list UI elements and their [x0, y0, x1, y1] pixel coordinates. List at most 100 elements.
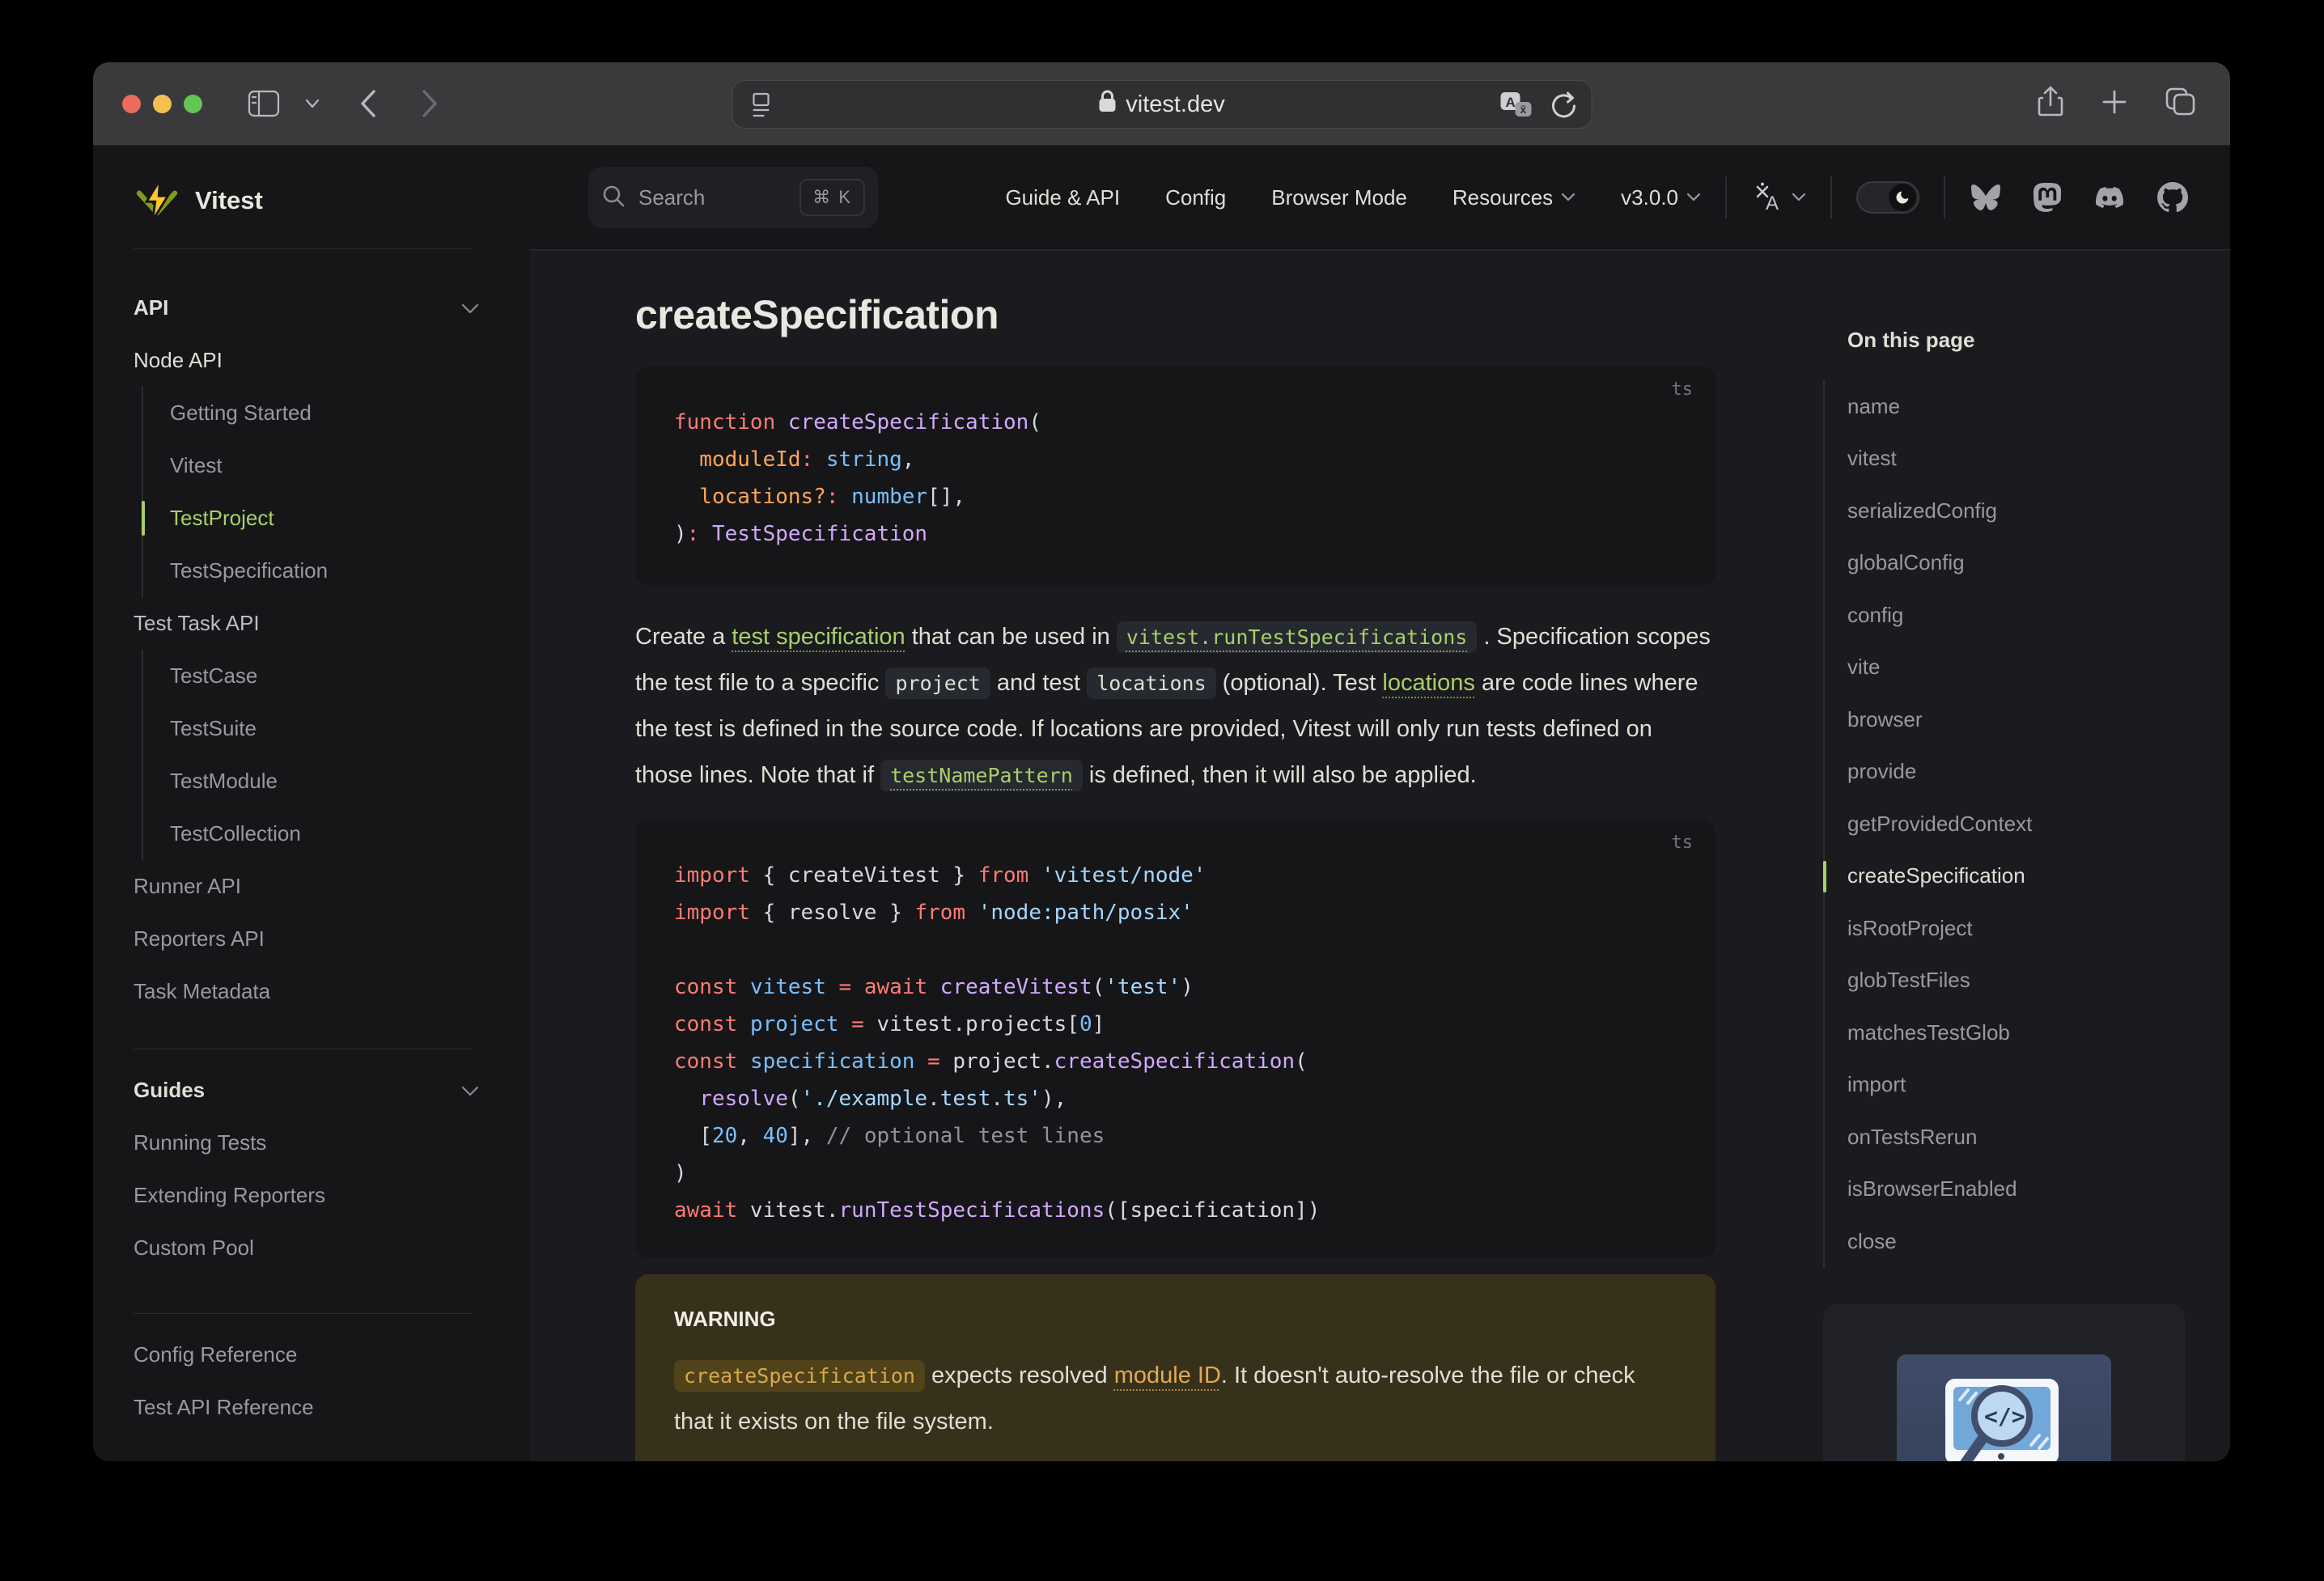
address-bar[interactable]: vitest.dev Ax̄ — [732, 80, 1592, 129]
outline-item-isbrowserenabled[interactable]: isBrowserEnabled — [1847, 1163, 2185, 1216]
sidebar-item-getting-started[interactable]: Getting Started — [170, 387, 530, 439]
tabs-overview-icon[interactable] — [2165, 87, 2196, 121]
inline-link-locations[interactable]: locations — [1382, 670, 1474, 696]
promo-card[interactable]: </> — [1823, 1303, 2185, 1461]
outline-item-serializedconfig[interactable]: serializedConfig — [1847, 485, 2185, 537]
search-button[interactable]: Search ⌘ K — [588, 167, 878, 228]
sidebar-item-testcase[interactable]: TestCase — [170, 650, 530, 702]
code-search-monitor-icon: </> — [1944, 1378, 2059, 1461]
sidebar-item-custom-pool[interactable]: Custom Pool — [134, 1222, 530, 1274]
code-line: import { createVitest } from 'vitest/nod… — [674, 863, 1207, 888]
sidebar-item-task-metadata[interactable]: Task Metadata — [134, 965, 530, 1018]
browser-window: vitest.dev Ax̄ Vitest API Node API Getti… — [93, 62, 2230, 1461]
sidebar-item-testproject[interactable]: TestProject — [142, 492, 530, 545]
sidebar-item-testspecification[interactable]: TestSpecification — [170, 545, 530, 597]
warning-callout: WARNING createSpecification expects reso… — [635, 1274, 1715, 1461]
text-segment: is defined, then it will also be applied… — [1082, 762, 1477, 788]
code-lang-badge: ts — [1671, 833, 1694, 853]
code-line: await vitest.runTestSpecifications([spec… — [674, 1198, 1321, 1223]
language-menu[interactable]: A — [1751, 182, 1806, 213]
outline-item-ontestsrerun[interactable]: onTestsRerun — [1847, 1111, 2185, 1163]
nav-item-resources[interactable]: Resources — [1452, 185, 1575, 210]
close-window-button[interactable] — [122, 94, 141, 113]
divider — [1830, 176, 1832, 218]
back-button[interactable] — [359, 89, 377, 118]
divider — [134, 248, 473, 249]
code-line: import { resolve } from 'node:path/posix… — [674, 901, 1194, 925]
outline-item-vitest[interactable]: vitest — [1847, 433, 2185, 485]
share-icon[interactable] — [2038, 86, 2063, 122]
reader-icon[interactable] — [747, 91, 774, 124]
sidebar-item-node-api[interactable]: Node API — [134, 334, 530, 387]
reload-icon[interactable] — [1549, 90, 1578, 125]
outline-item-isrootproject[interactable]: isRootProject — [1847, 902, 2185, 955]
chevron-down-icon — [1562, 193, 1575, 201]
inline-link-vitest-runtestspecifications[interactable]: vitest.runTestSpecifications — [1116, 621, 1478, 653]
description-paragraph: Create a test specification that can be … — [635, 614, 1715, 799]
theme-toggle[interactable] — [1856, 181, 1919, 214]
svg-text:x̄: x̄ — [1520, 103, 1526, 116]
outline-item-close[interactable]: close — [1847, 1215, 2185, 1268]
inline-link-module-id[interactable]: module ID — [1114, 1363, 1221, 1388]
sidebar-item-config-reference[interactable]: Config Reference — [134, 1329, 530, 1381]
svg-text:A: A — [1505, 95, 1515, 110]
outline-item-globtestfiles[interactable]: globTestFiles — [1847, 955, 2185, 1007]
outline-item-globalconfig[interactable]: globalConfig — [1847, 537, 2185, 590]
vitest-logo[interactable]: Vitest — [134, 170, 530, 231]
code-line: const vitest = await createVitest('test'… — [674, 975, 1194, 999]
sidebar-section-guides[interactable]: Guides — [134, 1064, 530, 1117]
outline-item-provide[interactable]: provide — [1847, 746, 2185, 799]
outline-item-vite[interactable]: vite — [1847, 642, 2185, 694]
discord-icon[interactable] — [2093, 184, 2127, 211]
nav-item-guide-api[interactable]: Guide & API — [1005, 185, 1120, 210]
inline-link-testnamepattern[interactable]: testNamePattern — [880, 760, 1083, 791]
code-line: const specification = project.createSpec… — [674, 1049, 1308, 1074]
divider — [1944, 176, 1945, 218]
sidebar-item-reporters-api[interactable]: Reporters API — [134, 913, 530, 965]
code-block-signature: ts function createSpecification( moduleI… — [635, 367, 1715, 585]
outline-item-name[interactable]: name — [1847, 380, 2185, 433]
text-segment: Create a — [635, 624, 732, 650]
github-icon[interactable] — [2157, 182, 2188, 213]
zoom-window-button[interactable] — [184, 94, 202, 113]
text-segment: and test — [990, 670, 1088, 696]
sidebar-item-test-task-api[interactable]: Test Task API — [134, 597, 530, 650]
inline-link-test-specification[interactable]: test specification — [732, 624, 905, 650]
sidebar-item-running-tests[interactable]: Running Tests — [134, 1117, 530, 1169]
text-segment: expects resolved — [924, 1363, 1114, 1388]
doc-sidebar: Vitest API Node API Getting Started Vites… — [93, 146, 530, 1461]
nav-item-version[interactable]: v3.0.0 — [1621, 185, 1701, 210]
sidebar-chevron-icon[interactable] — [304, 98, 320, 109]
sidebar-section-api[interactable]: API — [134, 282, 530, 334]
outline-item-getprovidedcontext[interactable]: getProvidedContext — [1847, 798, 2185, 850]
sidebar-item-extending-reporters[interactable]: Extending Reporters — [134, 1169, 530, 1222]
nav-item-config[interactable]: Config — [1165, 185, 1226, 210]
sidebar-item-testcollection[interactable]: TestCollection — [170, 807, 530, 860]
sidebar-item-test-api-reference[interactable]: Test API Reference — [134, 1381, 530, 1434]
bluesky-icon[interactable] — [1970, 183, 2002, 212]
outline-item-import[interactable]: import — [1847, 1059, 2185, 1112]
sidebar-item-testmodule[interactable]: TestModule — [170, 755, 530, 807]
mastodon-icon[interactable] — [2033, 182, 2062, 213]
sidebar-item-vitest[interactable]: Vitest — [170, 439, 530, 492]
forward-button[interactable] — [421, 89, 439, 118]
sidebar-item-runner-api[interactable]: Runner API — [134, 860, 530, 913]
on-this-page: On this page name vitest serializedConfig g… — [1823, 251, 2230, 1461]
minimize-window-button[interactable] — [153, 94, 172, 113]
sidebar-item-testsuite[interactable]: TestSuite — [170, 702, 530, 755]
warning-title: WARNING — [674, 1307, 776, 1331]
outline-item-config[interactable]: config — [1847, 589, 2185, 642]
nav-item-browser-mode[interactable]: Browser Mode — [1271, 185, 1407, 210]
sidebar-toggle-icon[interactable] — [248, 90, 280, 117]
code-block-example: ts import { createVitest } from 'vitest/… — [635, 820, 1715, 1258]
translate-icon[interactable]: Ax̄ — [1499, 89, 1533, 125]
outline-item-browser[interactable]: browser — [1847, 693, 2185, 746]
text-segment: (optional). Test — [1215, 670, 1383, 696]
search-icon — [601, 184, 626, 212]
inline-code: createSpecification — [674, 1360, 925, 1392]
new-tab-icon[interactable] — [2101, 88, 2128, 120]
outline-item-matchestestglob[interactable]: matchesTestGlob — [1847, 1007, 2185, 1059]
outline-item-createspecification[interactable]: createSpecification — [1823, 850, 2185, 903]
warning-text: createSpecification expects resolved mod… — [674, 1353, 1677, 1445]
